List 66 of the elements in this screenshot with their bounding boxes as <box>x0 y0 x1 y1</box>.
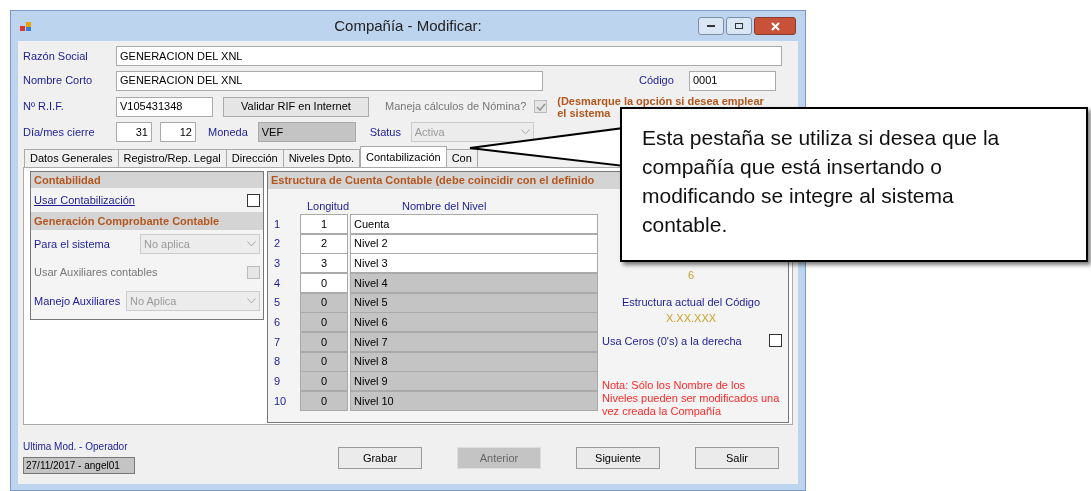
row-number: 2 <box>274 236 282 252</box>
level-name-field[interactable]: Nivel 3 <box>350 253 598 274</box>
field-label: Nombre Corto <box>23 73 94 89</box>
length-field[interactable]: 1 <box>300 213 348 234</box>
window-title: Compañía - Modificar: <box>334 15 482 36</box>
input-field[interactable]: 31 <box>116 122 152 142</box>
input-field[interactable]: GENERACION DEL XNL <box>116 70 543 91</box>
chevron-icon <box>247 241 256 247</box>
note-text: Nota: Sólo los Nombre de los Niveles pueden ser modificados una vez creada la Compañía <box>601 379 781 418</box>
row-number: 7 <box>274 334 282 350</box>
length-field[interactable]: 0 <box>300 272 348 293</box>
level-name-field[interactable]: Nivel 2 <box>350 233 598 254</box>
column-header: Nombre del Nivel <box>402 198 487 214</box>
row-number: 10 <box>274 393 288 409</box>
checkbox-label: Usar Auxiliares contables <box>34 264 158 280</box>
structure-value: X.XX.XXX <box>665 311 717 326</box>
tab[interactable]: Contabilización <box>360 146 447 168</box>
level-count: 6 <box>687 268 695 283</box>
operator-field: 27/11/2017 - angel01 <box>23 457 135 474</box>
row-number: 6 <box>274 315 282 331</box>
action-button[interactable]: Grabar <box>338 447 422 469</box>
input-field[interactable]: VEF <box>257 122 356 142</box>
field-label: Código <box>639 73 675 89</box>
row-number: 1 <box>274 216 282 232</box>
checkbox[interactable] <box>769 334 782 348</box>
close-icon <box>770 21 780 31</box>
row-number: 9 <box>274 374 282 390</box>
input-field[interactable]: V105431348 <box>116 96 213 117</box>
field-label: Para el sistema <box>34 236 110 252</box>
row-number: 5 <box>274 295 282 311</box>
field-label: Día/mes cierre <box>23 124 96 140</box>
input-field[interactable]: GENERACION DEL XNL <box>116 46 782 66</box>
length-field[interactable]: 3 <box>300 253 348 274</box>
input-field[interactable]: 0001 <box>689 70 776 91</box>
section-header: Contabilidad <box>31 172 263 188</box>
section-header: Generación Comprobante Contable <box>31 212 263 230</box>
note-text: el sistema <box>557 106 611 119</box>
note-text: (Desmarque la opción si desea emplear <box>557 94 764 107</box>
input-field[interactable]: 12 <box>160 122 196 142</box>
checkbox-label: Usar Contabilización <box>34 192 135 208</box>
checkbox[interactable] <box>247 193 260 207</box>
field-label: Moneda <box>208 124 248 140</box>
field-label: Nº R.I.F. <box>23 99 65 115</box>
close-button[interactable] <box>754 17 796 35</box>
chevron-icon <box>247 298 256 304</box>
field-label: Manejo Auxiliares <box>34 293 121 309</box>
action-button[interactable]: Siguiente <box>576 447 660 469</box>
tab[interactable]: Datos Generales <box>24 149 119 168</box>
row-number: 4 <box>274 275 282 291</box>
minimize-button[interactable] <box>698 17 724 35</box>
chevron-icon <box>520 129 530 135</box>
length-field[interactable]: 2 <box>300 233 348 254</box>
field-label: Razón Social <box>23 48 89 64</box>
row-number: 3 <box>274 255 282 271</box>
field-label: Ultima Mod. - Operador <box>23 440 129 454</box>
maximize-button[interactable] <box>726 17 752 35</box>
field-label: Status <box>369 124 402 140</box>
structure-label: Estructura actual del Código <box>621 294 761 310</box>
row-number: 8 <box>274 354 282 370</box>
field-label: Maneja cálculos de Nómina? <box>385 99 527 115</box>
checkbox-label: Usa Ceros (0's) a la derecha <box>602 333 742 349</box>
validate-button[interactable]: Validar RIF en Internet <box>223 96 369 117</box>
level-name-field[interactable]: Cuenta <box>350 213 598 234</box>
app-icon <box>20 22 32 32</box>
action-button[interactable]: Salir <box>695 447 779 469</box>
column-header: Longitud <box>305 198 351 214</box>
